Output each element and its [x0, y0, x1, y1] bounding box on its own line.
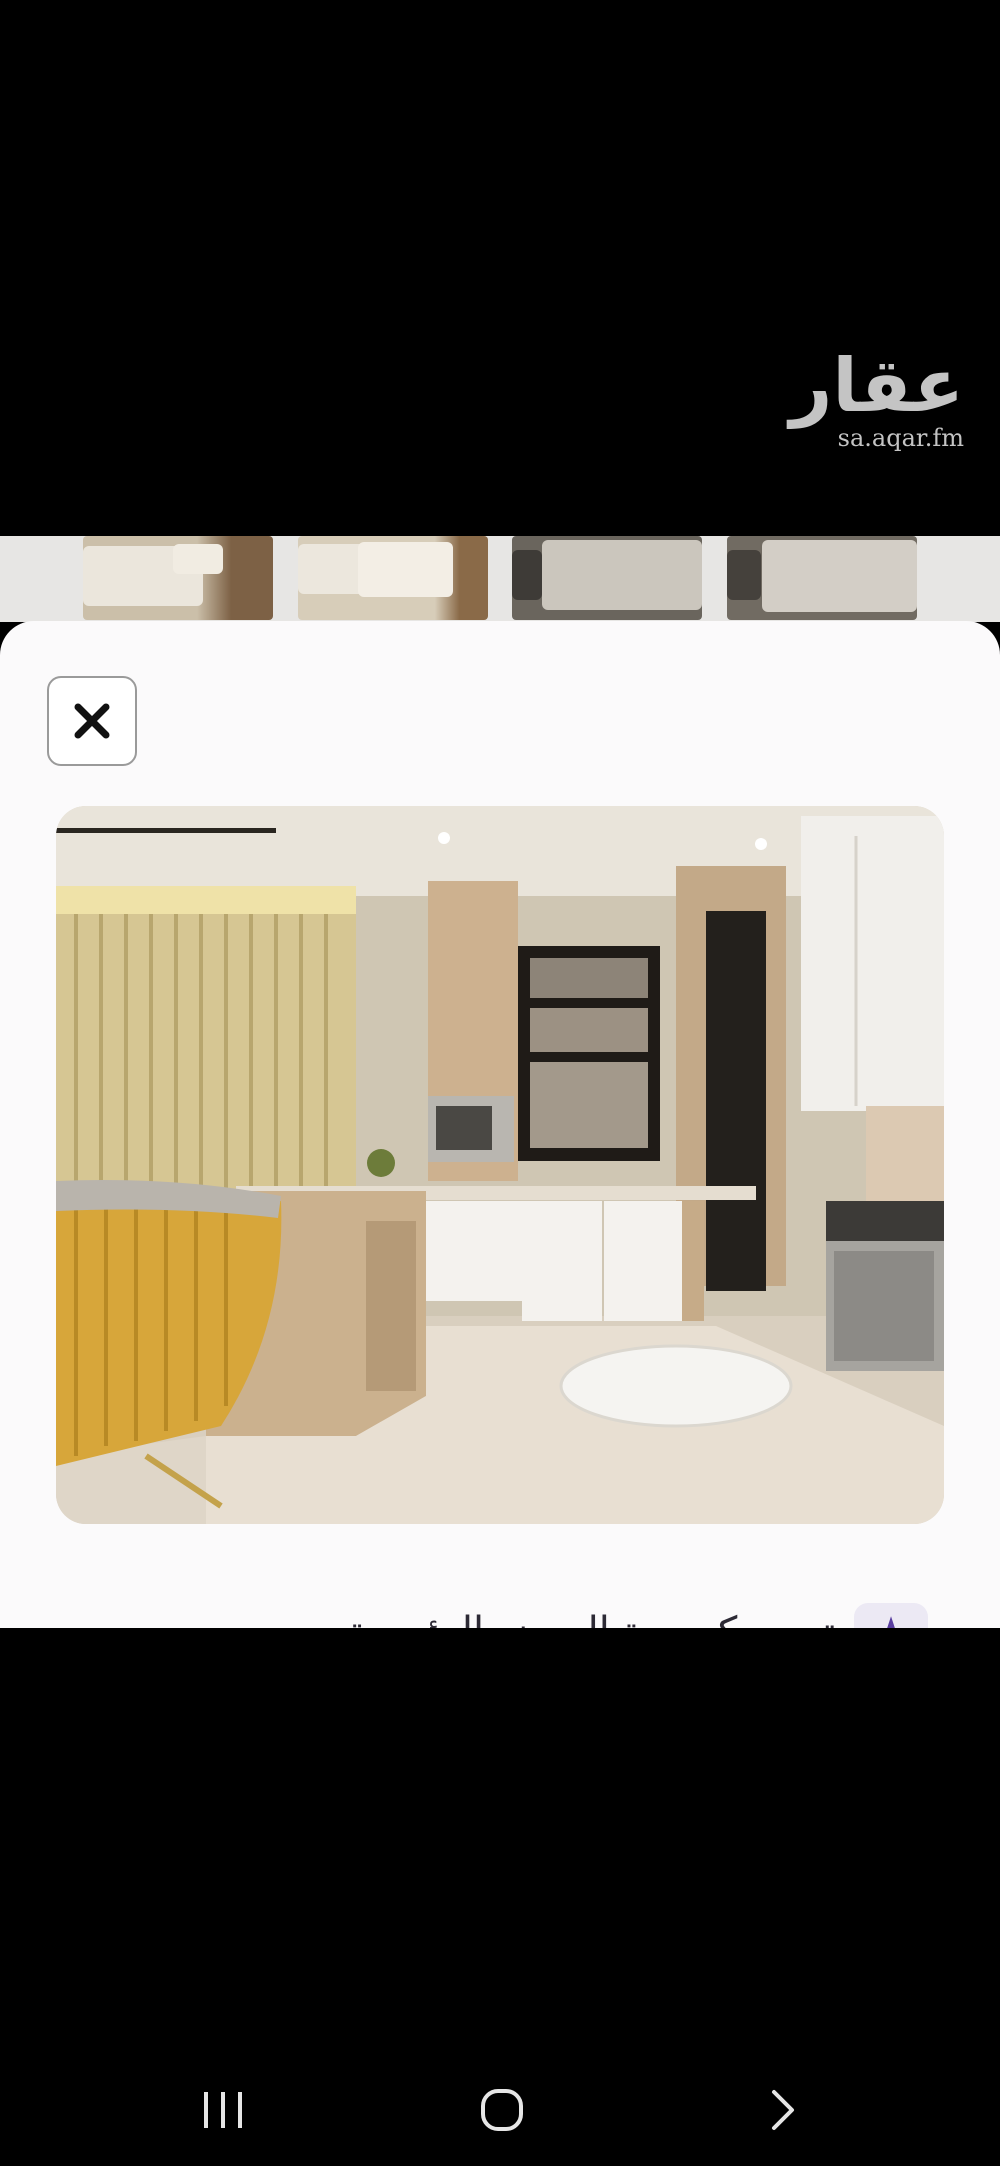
back-icon [772, 2090, 794, 2130]
star-icon: ★ [854, 1607, 928, 1628]
thumbnail[interactable] [512, 536, 702, 620]
system-nav-bar [0, 2060, 1000, 2150]
star-button[interactable]: ★ [854, 1603, 928, 1628]
watermark: عقار sa.aqar.fm [789, 343, 964, 452]
set-main-photo-label: تعيين كصورة العرض الرئيسية [346, 1609, 835, 1628]
back-button[interactable] [752, 2080, 812, 2140]
thumbnail-strip [0, 536, 1000, 622]
home-icon [481, 2089, 523, 2131]
watermark-logo: عقار [789, 343, 964, 429]
set-main-photo-option[interactable]: تعيين كصورة العرض الرئيسية ★ [0, 1591, 1000, 1628]
thumbnail[interactable] [727, 536, 917, 620]
close-icon [74, 703, 110, 739]
recents-icon [204, 2092, 242, 2128]
close-button[interactable] [47, 676, 137, 766]
thumbnail[interactable] [298, 536, 488, 620]
recents-button[interactable] [193, 2080, 253, 2140]
thumbnail[interactable] [83, 536, 273, 620]
home-button[interactable] [472, 2080, 532, 2140]
selected-photo [56, 806, 944, 1524]
image-options-sheet: تعيين كصورة العرض الرئيسية ★ [0, 621, 1000, 1628]
